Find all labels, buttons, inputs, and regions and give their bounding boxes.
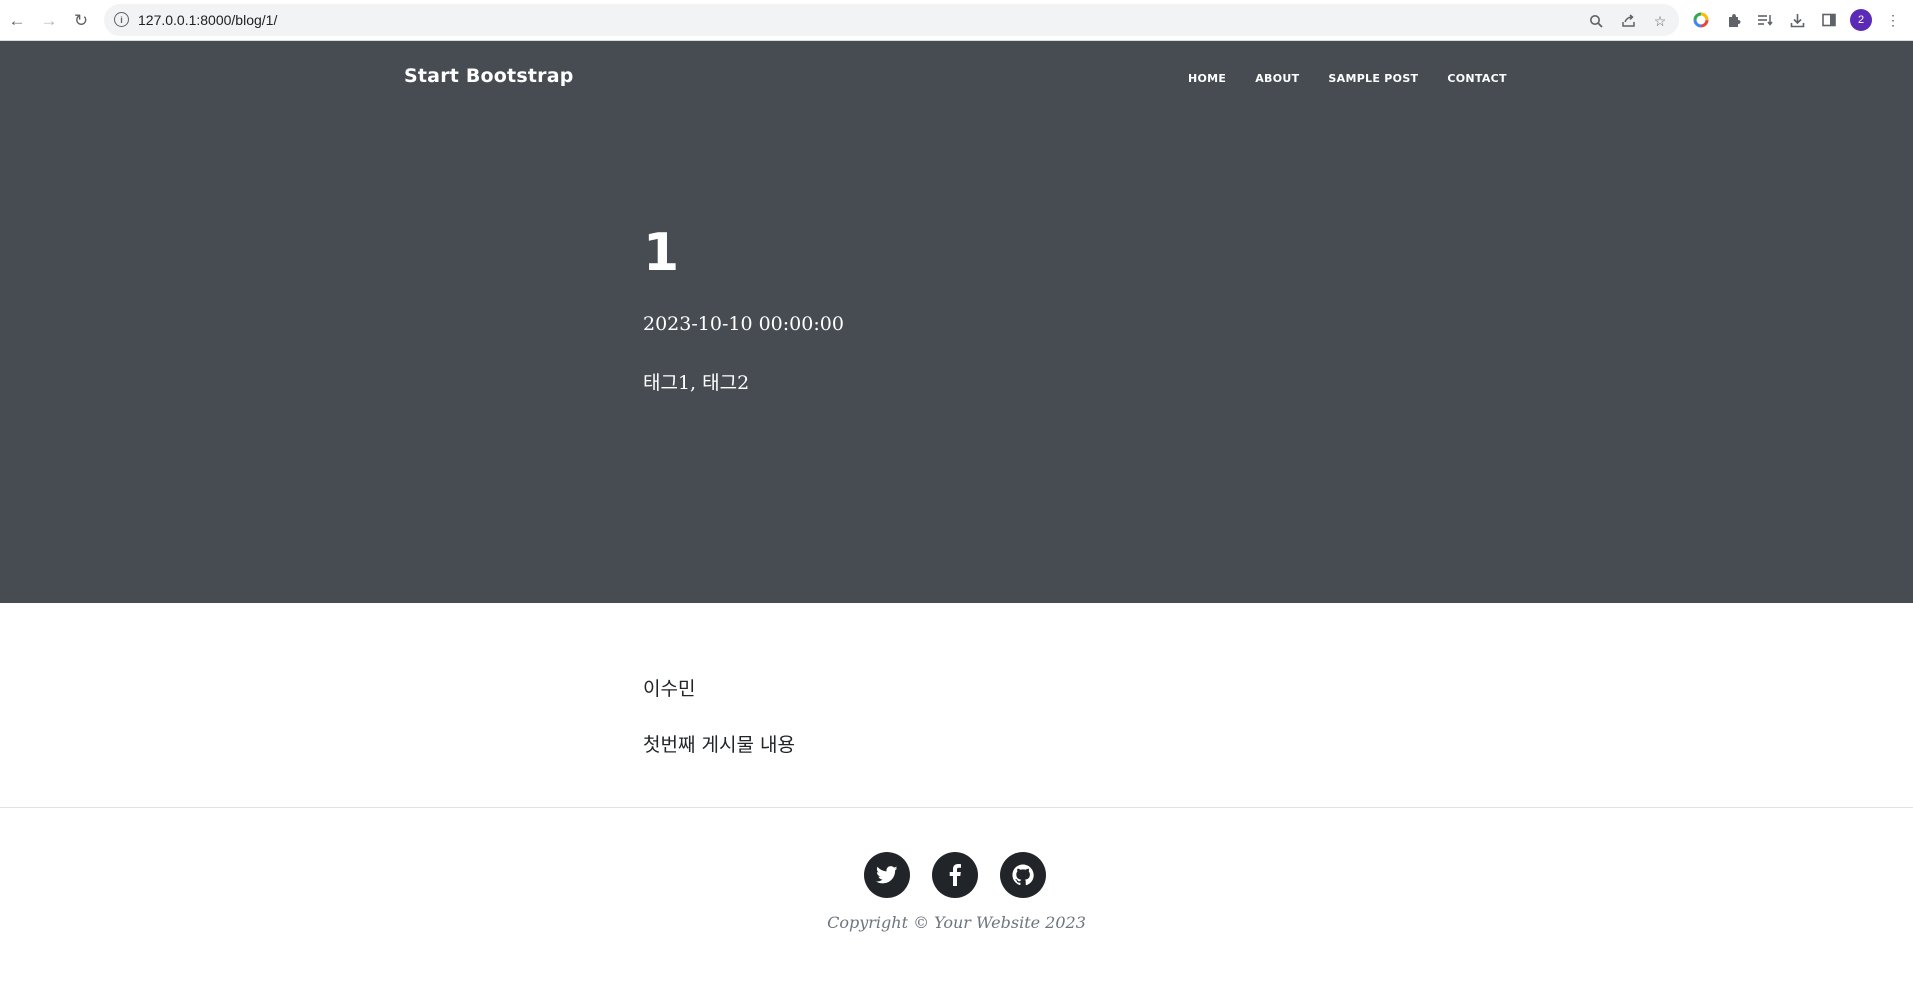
social-links xyxy=(864,852,1068,898)
masthead: Start Bootstrap HOME ABOUT SAMPLE POST C… xyxy=(0,41,1913,603)
post-tags: 태그1, 태그2 xyxy=(643,372,750,394)
site-info-icon[interactable]: i xyxy=(114,12,129,27)
footer-divider xyxy=(0,807,1913,808)
back-arrow-icon[interactable]: ← xyxy=(6,9,28,31)
address-bar[interactable]: i 127.0.0.1:8000/blog/1/ ☆ xyxy=(104,4,1679,36)
url-text[interactable]: 127.0.0.1:8000/blog/1/ xyxy=(138,12,277,28)
post-date: 2023-10-10 00:00:00 xyxy=(643,313,844,335)
copyright-text: Copyright © Your Website 2023 xyxy=(827,913,1086,932)
side-panel-icon[interactable] xyxy=(1818,9,1840,31)
nav-link-about[interactable]: ABOUT xyxy=(1255,72,1299,85)
profile-avatar[interactable]: 2 xyxy=(1850,9,1872,31)
twitter-icon xyxy=(876,866,898,884)
post-title: 1 xyxy=(643,223,680,283)
post-author: 이수민 xyxy=(643,678,696,700)
menu-kebab-icon[interactable]: ⋮ xyxy=(1882,9,1904,31)
browser-toolbar: ← → ↻ i 127.0.0.1:8000/blog/1/ ☆ 2 ⋮ xyxy=(0,0,1913,41)
reading-list-icon[interactable] xyxy=(1754,9,1776,31)
facebook-link[interactable] xyxy=(932,852,978,898)
twitter-link[interactable] xyxy=(864,852,910,898)
main-nav: HOME ABOUT SAMPLE POST CONTACT xyxy=(1188,72,1536,85)
share-icon[interactable] xyxy=(1618,11,1638,31)
nav-link-contact[interactable]: CONTACT xyxy=(1447,72,1506,85)
github-icon xyxy=(1012,864,1034,886)
bookmark-star-icon[interactable]: ☆ xyxy=(1650,11,1670,31)
facebook-icon xyxy=(949,864,961,886)
reload-icon[interactable]: ↻ xyxy=(70,9,92,31)
nav-link-sample-post[interactable]: SAMPLE POST xyxy=(1328,72,1418,85)
color-wheel-extension-icon[interactable] xyxy=(1690,9,1712,31)
download-icon[interactable] xyxy=(1786,9,1808,31)
zoom-icon[interactable] xyxy=(1586,11,1606,31)
post-content: 첫번째 게시물 내용 xyxy=(643,734,795,756)
extensions-puzzle-icon[interactable] xyxy=(1722,9,1744,31)
github-link[interactable] xyxy=(1000,852,1046,898)
nav-link-home[interactable]: HOME xyxy=(1188,72,1226,85)
forward-arrow-icon[interactable]: → xyxy=(38,9,60,31)
site-brand-link[interactable]: Start Bootstrap xyxy=(404,65,574,87)
